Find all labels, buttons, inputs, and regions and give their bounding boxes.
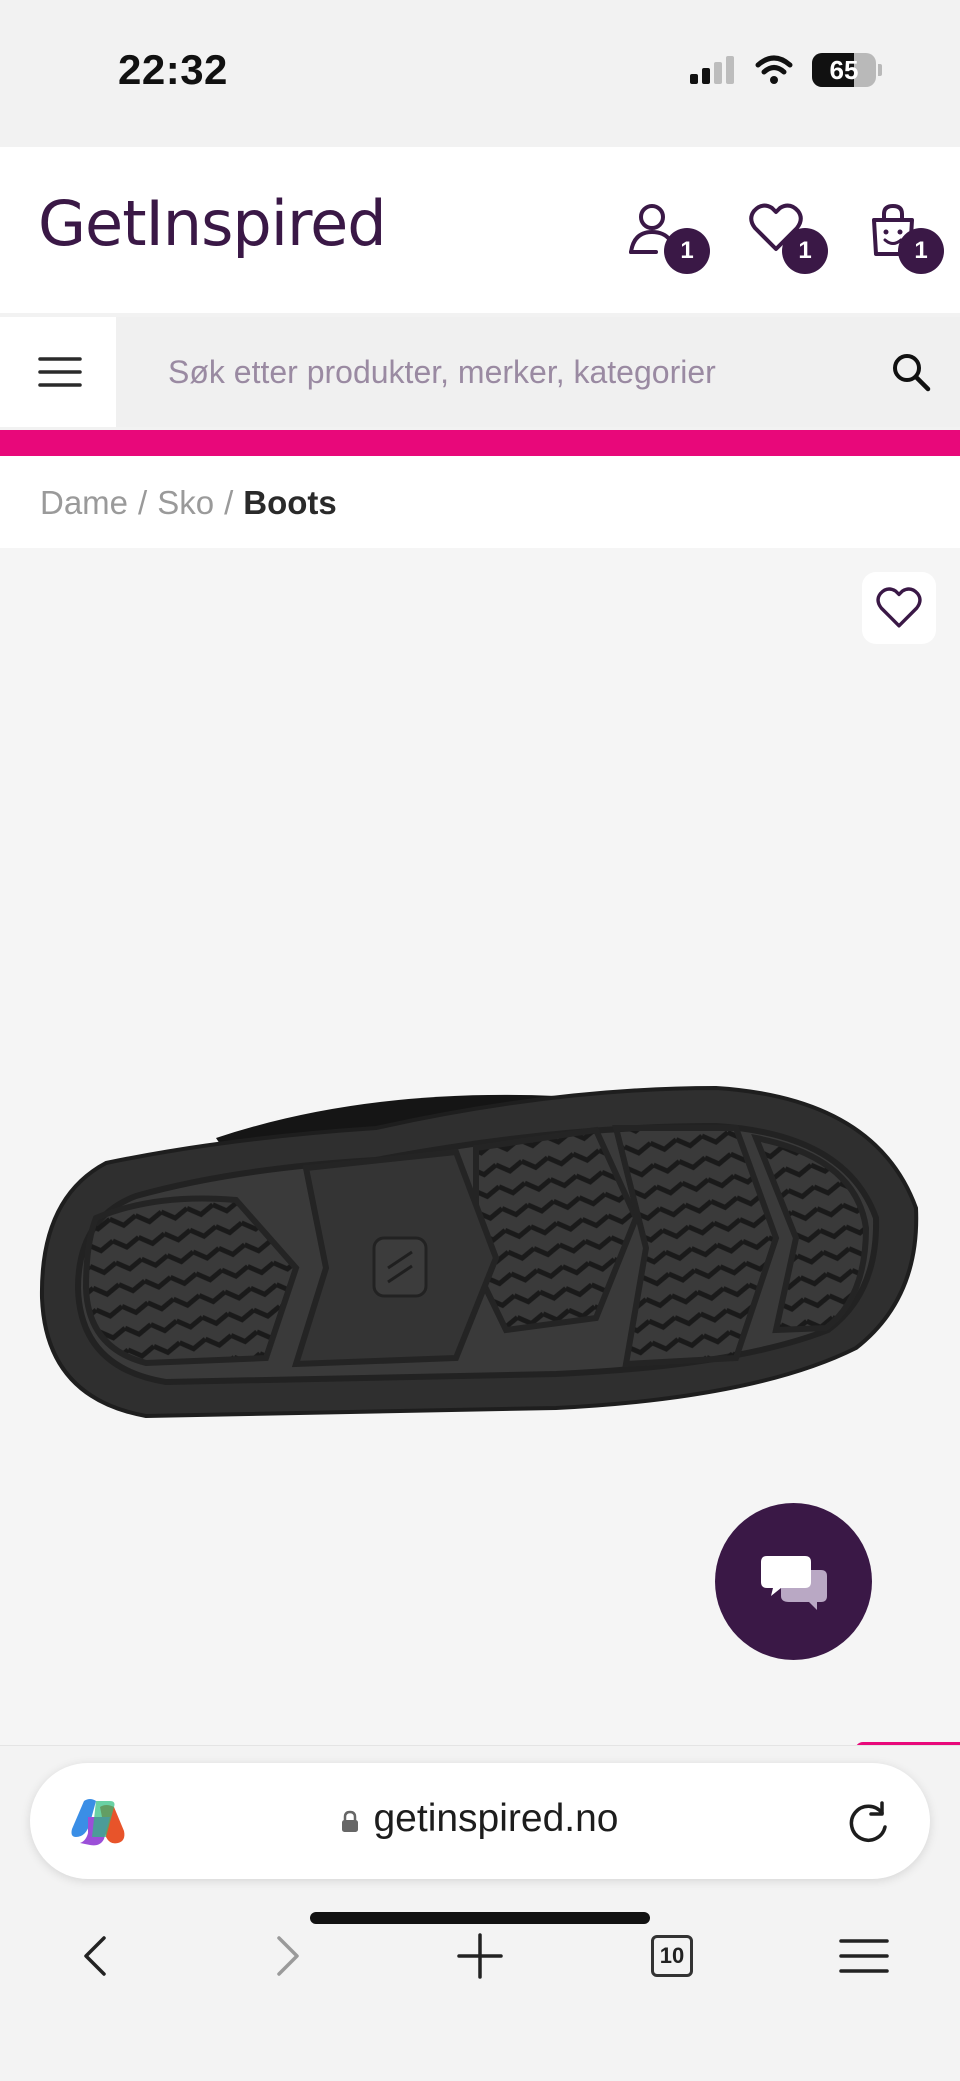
status-icons: 65: [688, 50, 882, 90]
heart-outline-icon: [876, 587, 922, 628]
chat-bubbles-icon: [760, 1555, 827, 1610]
search-button[interactable]: [890, 351, 932, 393]
breadcrumb-separator: /: [138, 484, 148, 521]
account-button[interactable]: 1: [628, 202, 718, 292]
home-indicator: [310, 1912, 650, 1924]
search-icon: [893, 354, 931, 392]
search-row: [0, 317, 960, 427]
wishlist-button[interactable]: 1: [748, 202, 838, 292]
hamburger-icon: [38, 357, 82, 387]
battery-tip: [878, 64, 882, 76]
battery-icon: 65: [812, 53, 876, 87]
account-badge: 1: [664, 228, 710, 274]
signal-icon: [690, 56, 734, 84]
lock-icon: [342, 1810, 359, 1832]
breadcrumb-link-sko[interactable]: Sko: [157, 484, 214, 521]
chevron-right-icon: [277, 1936, 299, 1976]
add-to-wishlist-button[interactable]: [862, 572, 936, 644]
breadcrumb-separator: /: [224, 484, 234, 521]
breadcrumb-current: Boots: [243, 484, 337, 521]
menu-button[interactable]: [0, 317, 116, 427]
product-image-gallery[interactable]: [0, 548, 960, 1752]
cart-badge: 1: [898, 228, 944, 274]
chat-button[interactable]: [715, 1503, 872, 1660]
chevron-left-icon: [84, 1936, 106, 1976]
browser-menu-button[interactable]: [824, 1916, 904, 1996]
tab-count: 10: [651, 1935, 693, 1977]
product-image: [39, 1085, 919, 1419]
cart-button[interactable]: 1: [868, 202, 958, 292]
site-logo[interactable]: GetInspired: [38, 187, 387, 260]
wifi-icon: [755, 55, 793, 84]
address-bar[interactable]: getinspired.no: [30, 1763, 930, 1879]
breadcrumb-link-dame[interactable]: Dame: [40, 484, 128, 521]
url-text: getinspired.no: [373, 1797, 619, 1840]
tabs-button[interactable]: 10: [632, 1916, 712, 1996]
site-header: GetInspired 1 1 1: [0, 147, 960, 313]
hamburger-icon: [839, 1939, 889, 1973]
forward-button[interactable]: [248, 1916, 328, 1996]
search-input[interactable]: [116, 317, 960, 427]
battery-level: 65: [829, 54, 859, 85]
status-bar: 22:32 65: [0, 0, 960, 145]
browser-nav-row: 10: [0, 1916, 960, 2026]
reload-icon[interactable]: [844, 1799, 892, 1847]
breadcrumb: Dame / Sko / Boots: [0, 456, 960, 548]
new-tab-button[interactable]: [440, 1916, 520, 1996]
back-button[interactable]: [55, 1916, 135, 1996]
wishlist-badge: 1: [782, 228, 828, 274]
url-display[interactable]: getinspired.no: [30, 1797, 930, 1841]
status-time: 22:32: [118, 46, 228, 93]
accent-bar: [0, 430, 960, 456]
plus-icon: [457, 1933, 503, 1979]
